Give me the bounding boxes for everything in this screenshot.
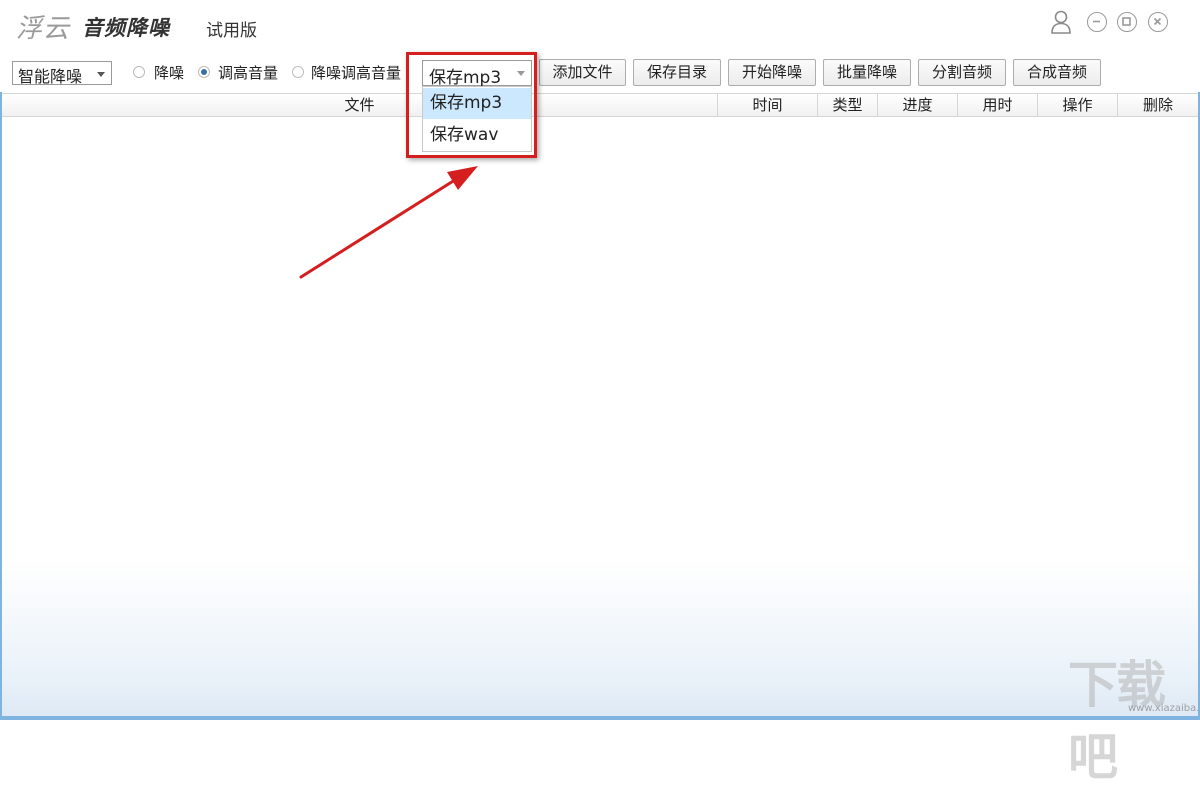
annotation-arrow — [299, 166, 478, 279]
watermark-url: www.xiazaiba.com — [1128, 703, 1200, 714]
watermark-logo: 下载吧 — [1068, 656, 1166, 786]
